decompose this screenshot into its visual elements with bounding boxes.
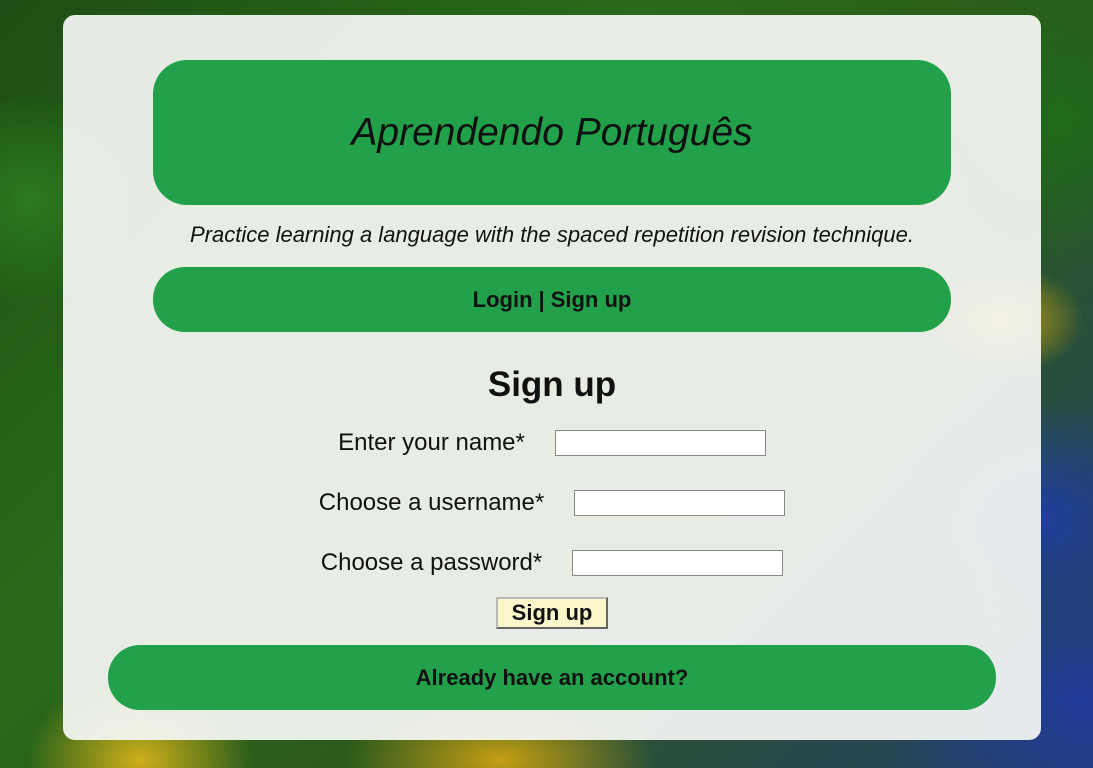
title-banner: Aprendendo Português: [153, 60, 951, 205]
password-input[interactable]: [572, 550, 784, 576]
name-row: Enter your name*: [63, 429, 1041, 457]
signup-submit-button[interactable]: Sign up: [496, 597, 608, 629]
password-label: Choose a password*: [320, 549, 543, 576]
tagline: Practice learning a language with the sp…: [189, 222, 914, 247]
signup-heading: Sign up: [487, 365, 617, 404]
login-link[interactable]: Login: [473, 287, 533, 313]
username-label: Choose a username*: [318, 489, 545, 516]
already-have-account-button[interactable]: Already have an account?: [108, 645, 996, 710]
username-row: Choose a username*: [63, 489, 1041, 517]
username-input[interactable]: [574, 490, 786, 516]
password-row: Choose a password*: [63, 549, 1041, 577]
page-title: Aprendendo Português: [351, 110, 753, 154]
name-label: Enter your name*: [338, 429, 525, 456]
submit-wrap: Sign up: [63, 597, 1041, 629]
nav-separator: |: [538, 286, 545, 312]
name-input[interactable]: [554, 430, 766, 456]
signup-link[interactable]: Sign up: [551, 287, 632, 313]
login-signup-nav[interactable]: Login | Sign up: [153, 267, 951, 332]
main-card: Aprendendo Português Practice learning a…: [63, 15, 1041, 740]
